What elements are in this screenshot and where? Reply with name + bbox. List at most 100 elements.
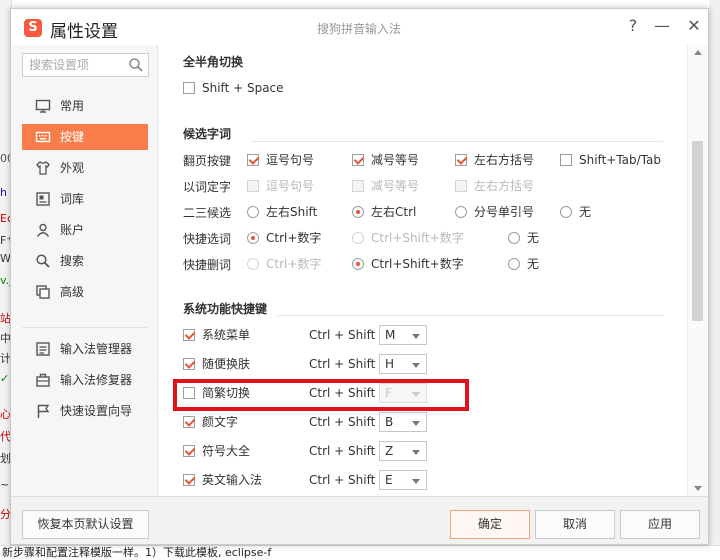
section-divider (277, 315, 663, 316)
scroll-up-arrow-icon[interactable] (694, 50, 702, 55)
hotkey-select-system-menu[interactable]: M (379, 325, 427, 345)
radio-quick-select-ctrl-digit[interactable]: Ctrl+数字 (247, 230, 321, 246)
option-label: 左右方括号 (474, 153, 535, 167)
sidebar-item-label: 输入法修复器 (60, 373, 133, 387)
chevron-down-icon (412, 363, 420, 368)
sidebar-item-appearance[interactable]: 外观 (22, 155, 148, 181)
hotkey-select-english-ime[interactable]: E (379, 470, 427, 490)
hotkey-prefix: Ctrl + Shift + (309, 415, 390, 429)
minimize-button[interactable]: — (651, 15, 673, 37)
title-bar[interactable]: S 属性设置 搜狗拼音输入法 ? — ✕ (11, 9, 708, 45)
apply-button[interactable]: 应用 (620, 510, 700, 539)
option-label: 随便换肤 (202, 357, 251, 371)
checkbox-box (183, 358, 195, 370)
search-icon[interactable] (128, 57, 144, 73)
help-button[interactable]: ? (622, 15, 644, 37)
sidebar-tool-ime-repair[interactable]: 输入法修复器 (22, 367, 148, 393)
checkbox-box (183, 82, 195, 94)
sogou-logo-icon: S (24, 19, 42, 37)
checkbox-hotkey-english-ime[interactable]: 英文输入法 (183, 472, 262, 488)
option-label: 减号等号 (371, 179, 420, 193)
radio-quick-delete-none[interactable]: 无 (508, 256, 539, 272)
checkbox-page-turn-brackets[interactable]: 左右方括号 (455, 152, 534, 168)
sidebar-item-dictionary[interactable]: 词库 (22, 186, 148, 212)
ok-button[interactable]: 确定 (450, 510, 530, 539)
settings-dialog: S 属性设置 搜狗拼音输入法 ? — ✕ 常用 按键 外观 词库 (10, 8, 709, 545)
section-title-candidates: 候选字词 (183, 127, 232, 141)
sidebar-item-account[interactable]: 账户 (22, 217, 148, 243)
option-label: 颜文字 (202, 415, 239, 429)
scroll-down-arrow-icon[interactable] (694, 486, 702, 491)
hotkey-prefix: Ctrl + Shift + (309, 473, 390, 487)
sidebar-item-label: 常用 (60, 99, 85, 113)
checkbox-box (183, 416, 195, 428)
option-label: 左右Shift (266, 205, 318, 219)
checkbox-box (352, 180, 364, 192)
chevron-down-icon (412, 421, 420, 426)
sidebar-tool-setup-wizard[interactable]: 快速设置向导 (22, 398, 148, 424)
sidebar-item-common[interactable]: 常用 (22, 93, 148, 119)
sidebar-item-label: 外观 (60, 161, 85, 175)
hotkey-prefix: Ctrl + Shift + (309, 328, 390, 342)
radio-quick-delete-ctrl-shift-digit[interactable]: Ctrl+Shift+数字 (352, 256, 464, 272)
sidebar-item-search[interactable]: 搜索 (22, 248, 148, 274)
checkbox-box (247, 180, 259, 192)
option-label: 分号单引号 (474, 205, 535, 219)
checkbox-box (455, 154, 467, 166)
checkbox-page-turn-shift-tab[interactable]: Shift+Tab/Tab (560, 152, 661, 168)
close-button[interactable]: ✕ (683, 15, 705, 37)
radio-circle (352, 232, 364, 244)
checkbox-hotkey-symbols[interactable]: 符号大全 (183, 443, 250, 459)
hotkey-select-symbols[interactable]: Z (379, 441, 427, 461)
hotkey-prefix: Ctrl + Shift + (309, 357, 390, 371)
radio-second-third-shift[interactable]: 左右Shift (247, 204, 317, 220)
option-label: Ctrl+Shift+数字 (371, 231, 464, 245)
option-label: 左右方括号 (474, 179, 535, 193)
row-label-quick-select: 快捷选词 (183, 232, 232, 246)
radio-second-third-ctrl[interactable]: 左右Ctrl (352, 204, 416, 220)
sidebar-item-keys[interactable]: 按键 (22, 124, 148, 150)
radio-quick-select-none[interactable]: 无 (508, 230, 539, 246)
sidebar-item-advanced[interactable]: 高级 (22, 279, 148, 305)
hotkey-select-value: M (385, 328, 396, 342)
checkbox-page-turn-comma-period[interactable]: 逗号句号 (247, 152, 314, 168)
hotkey-select-value: Z (385, 444, 394, 458)
sidebar-item-label: 快速设置向导 (60, 404, 133, 418)
shirt-icon (36, 161, 50, 175)
checkbox-box (455, 180, 467, 192)
checkbox-word-to-char-brackets: 左右方括号 (455, 178, 534, 194)
row-label-second-third: 二三候选 (183, 206, 232, 220)
radio-second-third-semicolon[interactable]: 分号单引号 (455, 204, 534, 220)
scrollbar-thumb[interactable] (692, 141, 703, 321)
radio-circle (508, 258, 520, 270)
checkbox-hotkey-system-menu[interactable]: 系统菜单 (183, 327, 250, 343)
content-scrollbar[interactable] (687, 45, 708, 496)
checkbox-shift-space[interactable]: Shift + Space (183, 80, 284, 96)
checkbox-hotkey-random-skin[interactable]: 随便换肤 (183, 356, 250, 372)
hotkey-select-random-skin[interactable]: H (379, 354, 427, 374)
radio-second-third-none[interactable]: 无 (560, 204, 591, 220)
hotkey-select-kaomoji[interactable]: B (379, 412, 427, 432)
cancel-button[interactable]: 取消 (535, 510, 615, 539)
radio-circle (455, 206, 467, 218)
sidebar-item-label: 按键 (60, 130, 85, 144)
sidebar: 常用 按键 外观 词库 账户 搜索 高级 输入法管理器 (11, 45, 158, 496)
checkbox-box (183, 474, 195, 486)
checkbox-word-to-char-comma-period: 逗号句号 (247, 178, 314, 194)
radio-circle (352, 206, 364, 218)
toolbox-icon (36, 373, 50, 387)
option-label: Ctrl+数字 (266, 257, 322, 271)
checkbox-hotkey-kaomoji[interactable]: 颜文字 (183, 414, 238, 430)
option-label: 无 (579, 205, 592, 219)
settings-search-input[interactable] (23, 54, 123, 76)
background-bottom-text: 新步骤和配置注释模版一样。1）下载此模板, eclipse-f (0, 545, 720, 560)
dialog-footer: 恢复本页默认设置 确定 取消 应用 (11, 496, 708, 544)
settings-search[interactable] (22, 53, 149, 77)
checkbox-page-turn-minus-equal[interactable]: 减号等号 (352, 152, 419, 168)
flag-icon (37, 404, 50, 418)
search-icon (36, 254, 50, 268)
radio-quick-delete-ctrl-digit: Ctrl+数字 (247, 256, 321, 272)
sidebar-tool-ime-manager[interactable]: 输入法管理器 (22, 336, 148, 362)
restore-defaults-button[interactable]: 恢复本页默认设置 (22, 510, 149, 539)
sidebar-item-label: 词库 (60, 192, 85, 206)
